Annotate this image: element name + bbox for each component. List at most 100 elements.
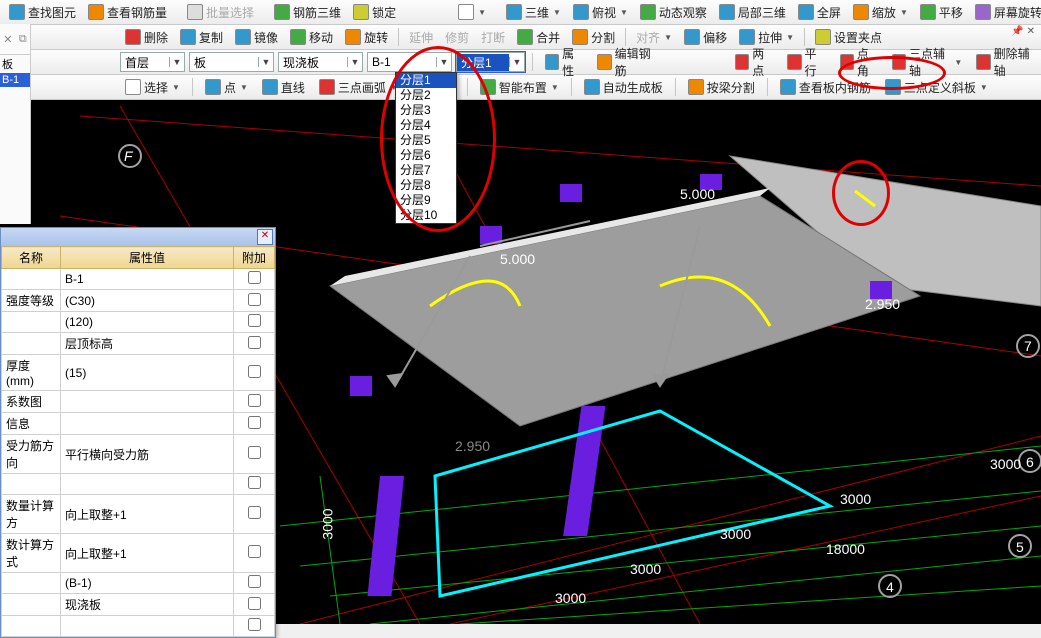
property-panel-titlebar[interactable]: ✕ — [1, 228, 275, 246]
delete-button[interactable]: 删除 — [120, 27, 173, 48]
pan-button[interactable]: 平移 — [915, 2, 968, 23]
property-row[interactable]: 强度等级(C30) — [2, 290, 275, 312]
prop-value[interactable] — [61, 413, 234, 435]
floor-combo[interactable]: 首层▼ — [120, 52, 185, 72]
property-row[interactable]: 系数图 — [2, 391, 275, 413]
tree-item-slab[interactable]: 板 — [0, 55, 30, 73]
close-icon[interactable]: ✕ — [257, 229, 273, 245]
prop-value[interactable]: B-1 — [61, 269, 234, 290]
prop-add-checkbox[interactable] — [234, 355, 275, 391]
layer-option[interactable]: 分层9 — [396, 193, 456, 208]
dynamic-view-button[interactable]: 动态观察 — [635, 2, 712, 23]
two-point-button[interactable]: 两点 — [730, 43, 778, 81]
prop-value[interactable]: (B-1) — [61, 573, 234, 594]
property-row[interactable]: B-1 — [2, 269, 275, 290]
steel-3d-button[interactable]: 钢筋三维 — [269, 2, 346, 23]
point-angle-button[interactable]: 点角 — [835, 43, 883, 81]
property-row[interactable]: 信息 — [2, 413, 275, 435]
dim-label: 3000 — [720, 526, 751, 542]
point-tool[interactable]: 点▼ — [200, 77, 253, 98]
prop-value[interactable] — [61, 474, 234, 495]
prop-value[interactable] — [61, 616, 234, 637]
property-row[interactable]: 受力筋方向平行横向受力筋 — [2, 435, 275, 474]
edit-rebar-button[interactable]: 编辑钢筋 — [592, 43, 662, 81]
top-view-button[interactable]: 俯视▼ — [568, 2, 633, 23]
tree-copy-icon[interactable]: ⧉ — [19, 33, 27, 46]
line-tool[interactable]: 直线 — [257, 77, 310, 98]
trim-button[interactable]: 修剪 — [440, 27, 474, 48]
delete-aux-button[interactable]: 删除辅轴 — [971, 43, 1041, 81]
prop-value[interactable]: (15) — [61, 355, 234, 391]
prop-value[interactable]: (C30) — [61, 290, 234, 312]
property-row[interactable] — [2, 616, 275, 637]
parallel-button[interactable]: 平行 — [782, 43, 830, 81]
prop-value[interactable]: 向上取整+1 — [61, 534, 234, 573]
prop-add-checkbox[interactable] — [234, 616, 275, 637]
view-steel-button[interactable]: 查看钢筋量 — [83, 2, 172, 23]
layer-option[interactable]: 分层4 — [396, 118, 456, 133]
layer-option[interactable]: 分层2 — [396, 88, 456, 103]
property-row[interactable]: 厚度(mm)(15) — [2, 355, 275, 391]
rotate-button[interactable]: 旋转 — [340, 27, 393, 48]
prop-value[interactable] — [61, 391, 234, 413]
move-button[interactable]: 移动 — [285, 27, 338, 48]
prop-value[interactable]: 层顶标高 — [61, 333, 234, 355]
offset-button[interactable]: 偏移 — [679, 27, 732, 48]
property-row[interactable] — [2, 474, 275, 495]
new-doc-button[interactable]: ▼ — [453, 2, 491, 22]
fullscreen-button[interactable]: 全屏 — [793, 2, 846, 23]
prop-add-checkbox[interactable] — [234, 333, 275, 355]
find-element-button[interactable]: 查找图元 — [4, 2, 81, 23]
extend-button[interactable]: 延伸 — [404, 27, 438, 48]
prop-add-checkbox[interactable] — [234, 573, 275, 594]
break-button[interactable]: 打断 — [476, 27, 510, 48]
tree-item-b1[interactable]: B-1 — [0, 73, 30, 87]
prop-add-checkbox[interactable] — [234, 495, 275, 534]
prop-add-checkbox[interactable] — [234, 391, 275, 413]
select-tool[interactable]: 选择▼ — [120, 77, 185, 98]
prop-value[interactable]: (120) — [61, 312, 234, 333]
arc3-tool[interactable]: 三点画弧▼ — [314, 77, 403, 98]
batch-select-button[interactable]: 批量选择 — [182, 2, 259, 23]
three-point-aux-button[interactable]: 三点辅轴▼ — [887, 43, 967, 81]
mirror-button[interactable]: 镜像 — [230, 27, 283, 48]
layer-option[interactable]: 分层6 — [396, 148, 456, 163]
properties-button[interactable]: 属性 — [540, 43, 588, 81]
arc-icon — [319, 79, 335, 95]
layer-option[interactable]: 分层7 — [396, 163, 456, 178]
3d-view-button[interactable]: 三维▼ — [501, 2, 566, 23]
local-3d-button[interactable]: 局部三维 — [714, 2, 791, 23]
copy-button[interactable]: 复制 — [175, 27, 228, 48]
prop-add-checkbox[interactable] — [234, 290, 275, 312]
prop-value[interactable]: 平行横向受力筋 — [61, 435, 234, 474]
prop-add-checkbox[interactable] — [234, 269, 275, 290]
property-row[interactable]: (B-1) — [2, 573, 275, 594]
screen-rotate-button[interactable]: 屏幕旋转▼ — [970, 2, 1041, 23]
property-row[interactable]: 数计算方式向上取整+1 — [2, 534, 275, 573]
layer-combo[interactable]: 分层1▼ — [456, 52, 525, 72]
prop-add-checkbox[interactable] — [234, 435, 275, 474]
property-row[interactable]: (120) — [2, 312, 275, 333]
tree-placeholder-icon[interactable]: ✕ — [3, 33, 12, 46]
layer-option[interactable]: 分层10 — [396, 208, 456, 223]
pin-icon[interactable]: 📌 ✕ — [1011, 26, 1035, 37]
prop-add-checkbox[interactable] — [234, 312, 275, 333]
zoom-button[interactable]: 缩放▼ — [848, 2, 913, 23]
prop-value[interactable]: 向上取整+1 — [61, 495, 234, 534]
property-row[interactable]: 数量计算方向上取整+1 — [2, 495, 275, 534]
category-combo[interactable]: 板▼ — [189, 52, 274, 72]
lock-button[interactable]: 锁定 — [348, 2, 401, 23]
prop-add-checkbox[interactable] — [234, 474, 275, 495]
layer-option[interactable]: 分层8 — [396, 178, 456, 193]
prop-add-checkbox[interactable] — [234, 413, 275, 435]
member-combo[interactable]: B-1▼ — [367, 52, 452, 72]
prop-add-checkbox[interactable] — [234, 534, 275, 573]
prop-value[interactable]: 现浇板 — [61, 594, 234, 616]
layer-option[interactable]: 分层1 — [396, 73, 456, 88]
prop-add-checkbox[interactable] — [234, 594, 275, 616]
type-combo[interactable]: 现浇板▼ — [278, 52, 363, 72]
layer-option[interactable]: 分层5 — [396, 133, 456, 148]
layer-option[interactable]: 分层3 — [396, 103, 456, 118]
property-row[interactable]: 层顶标高 — [2, 333, 275, 355]
property-row[interactable]: 现浇板 — [2, 594, 275, 616]
